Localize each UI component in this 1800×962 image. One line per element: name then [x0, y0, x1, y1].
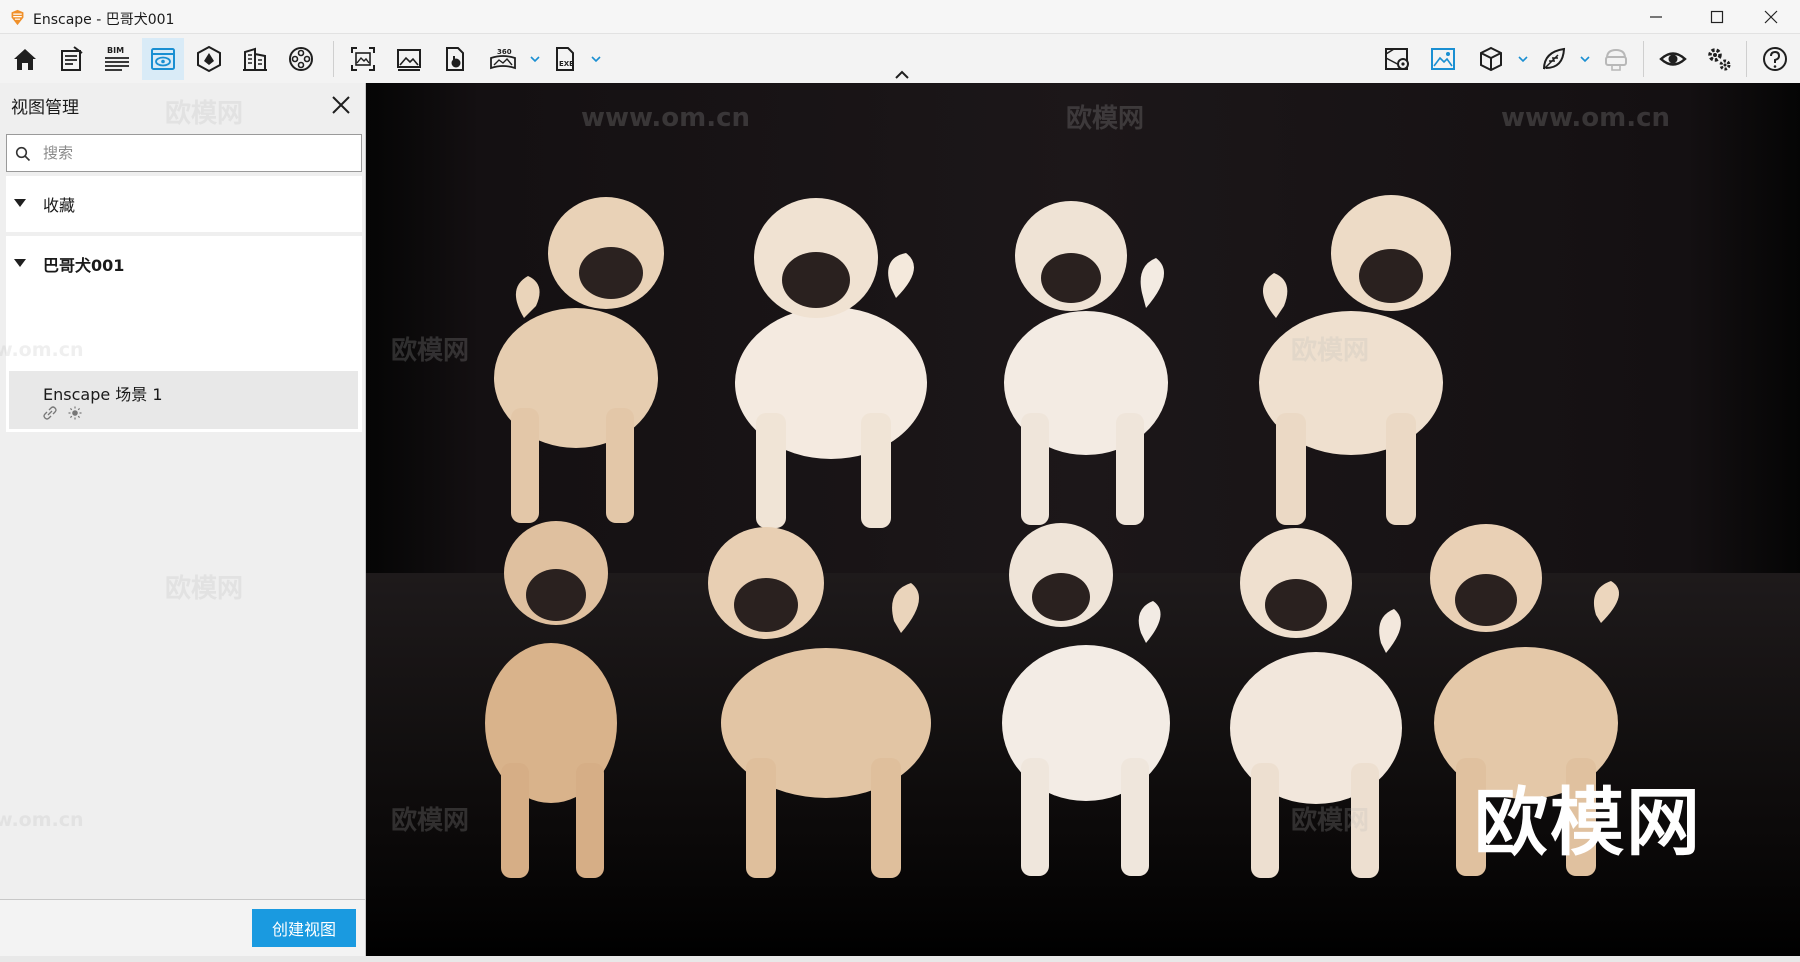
- caret-down-icon[interactable]: [12, 256, 28, 270]
- watermark: 欧模网: [1291, 806, 1370, 836]
- visibility-button[interactable]: [1652, 38, 1694, 80]
- pug-image: [708, 527, 931, 878]
- panorama-360-icon: 360: [490, 48, 516, 70]
- pug-image: [1004, 201, 1168, 525]
- watermark: 欧模网: [391, 336, 470, 366]
- asset-library-button[interactable]: [1470, 38, 1512, 80]
- pug-image: [1002, 523, 1170, 876]
- export-doc-icon: [446, 47, 464, 71]
- watermark-url: www.om.cn: [0, 339, 84, 361]
- view-management-button[interactable]: [142, 38, 184, 80]
- pug-image: [485, 521, 617, 878]
- vr-headset-icon: [1605, 48, 1627, 71]
- window-title: Enscape - 巴哥犬001: [33, 12, 175, 28]
- minimize-icon: [1650, 16, 1662, 18]
- link-icon: [43, 406, 57, 420]
- building-icon: [243, 47, 267, 71]
- enscape-logo-icon: [11, 9, 24, 26]
- image-icon: [397, 49, 421, 71]
- watermark: 欧模网: [165, 574, 244, 604]
- settings-button[interactable]: [1698, 38, 1740, 80]
- panel-footer: 创建视图: [0, 899, 365, 956]
- bim-button[interactable]: BIM: [96, 38, 138, 80]
- export-doc-button[interactable]: [434, 38, 476, 80]
- view-management-icon: [151, 48, 175, 70]
- map-pin-icon: [1385, 48, 1409, 70]
- sun-position-button[interactable]: [188, 38, 230, 80]
- watermark: 欧模网: [165, 99, 244, 129]
- export-dropdown-chevron-icon[interactable]: [589, 52, 603, 66]
- watermark-url: www.om.cn: [1501, 103, 1671, 133]
- view-management-panel: 视图管理 收藏 巴哥犬001 Enscape 场景 1 欧模网 欧模网 www.…: [0, 83, 366, 956]
- close-window-button[interactable]: [1742, 0, 1800, 34]
- search-input[interactable]: [43, 140, 343, 166]
- view-list-item[interactable]: Enscape 场景 1: [9, 371, 358, 429]
- panorama-button[interactable]: 360: [482, 38, 524, 80]
- svg-text:360: 360: [497, 48, 512, 56]
- building-button[interactable]: [234, 38, 276, 80]
- batch-render-button[interactable]: [388, 38, 430, 80]
- leaf-icon: [1543, 47, 1566, 70]
- close-panel-icon[interactable]: [330, 94, 352, 116]
- view-name: Enscape 场景 1: [43, 385, 163, 404]
- toolbar-separator: [333, 41, 334, 77]
- window-bottom-edge: [0, 956, 1800, 962]
- svg-text:EXE: EXE: [559, 60, 574, 68]
- watermark-url: www.om.cn: [0, 809, 84, 831]
- search-icon: [15, 146, 31, 162]
- home-icon: [14, 49, 36, 70]
- panel-title: 视图管理: [11, 98, 79, 118]
- materials-button[interactable]: [1422, 38, 1464, 80]
- maximize-icon: [1710, 10, 1724, 24]
- map-button[interactable]: [1376, 38, 1418, 80]
- watermark-logo: 欧模网: [1474, 780, 1702, 866]
- home-button[interactable]: [4, 38, 46, 80]
- panorama-dropdown-chevron-icon[interactable]: [528, 52, 542, 66]
- watermark: 欧模网: [1066, 104, 1145, 134]
- notes-icon: [61, 46, 83, 71]
- collapse-toolbar-chevron-icon[interactable]: [892, 68, 912, 80]
- sun-icon: [68, 406, 82, 420]
- watermark: 欧模网: [391, 806, 470, 836]
- pug-image: [735, 198, 927, 528]
- material-image-icon: [1431, 48, 1455, 70]
- cube-icon: [1480, 46, 1502, 72]
- group-label[interactable]: 巴哥犬001: [43, 252, 124, 276]
- pug-image: [494, 197, 664, 523]
- close-icon: [1764, 10, 1778, 24]
- asset-dropdown-chevron-icon[interactable]: [1516, 52, 1530, 66]
- app-window: Enscape - 巴哥犬001 BIM 360 EXE 视图管理 搜索 收藏 …: [0, 0, 1800, 962]
- vegetation-dropdown-chevron-icon[interactable]: [1578, 52, 1592, 66]
- group-favorites[interactable]: 收藏: [6, 176, 362, 232]
- maximize-button[interactable]: [1688, 0, 1746, 34]
- exe-export-icon: EXE: [556, 47, 574, 71]
- svg-text:BIM: BIM: [107, 46, 124, 55]
- eye-icon: [1659, 52, 1687, 66]
- render-viewport[interactable]: www.om.cn 欧模网 www.om.cn 欧模网 欧模网 欧模网 欧模网 …: [366, 83, 1800, 956]
- vegetation-button[interactable]: [1533, 38, 1575, 80]
- title-bar: Enscape - 巴哥犬001: [0, 0, 1800, 34]
- vr-button[interactable]: [1595, 38, 1637, 80]
- toolbar-separator: [1643, 41, 1644, 77]
- help-icon: [1763, 47, 1787, 71]
- toolbar-separator: [1746, 41, 1747, 77]
- notes-button[interactable]: [50, 38, 92, 80]
- group-label: 收藏: [43, 196, 76, 215]
- bim-icon: BIM: [105, 46, 129, 71]
- create-view-button[interactable]: 创建视图: [252, 909, 356, 947]
- search-box: [6, 134, 362, 172]
- screenshot-icon: [351, 47, 375, 71]
- caret-down-icon[interactable]: [12, 196, 28, 210]
- video-editor-button[interactable]: [280, 38, 322, 80]
- help-button[interactable]: [1754, 38, 1796, 80]
- screenshot-button[interactable]: [342, 38, 384, 80]
- minimize-button[interactable]: [1627, 0, 1685, 34]
- settings-icon: [1708, 48, 1731, 71]
- sun-position-icon: [197, 45, 221, 73]
- exe-export-button[interactable]: EXE: [544, 38, 586, 80]
- watermark-url: www.om.cn: [581, 103, 751, 133]
- watermark: 欧模网: [1291, 336, 1370, 366]
- video-reel-icon: [289, 47, 313, 71]
